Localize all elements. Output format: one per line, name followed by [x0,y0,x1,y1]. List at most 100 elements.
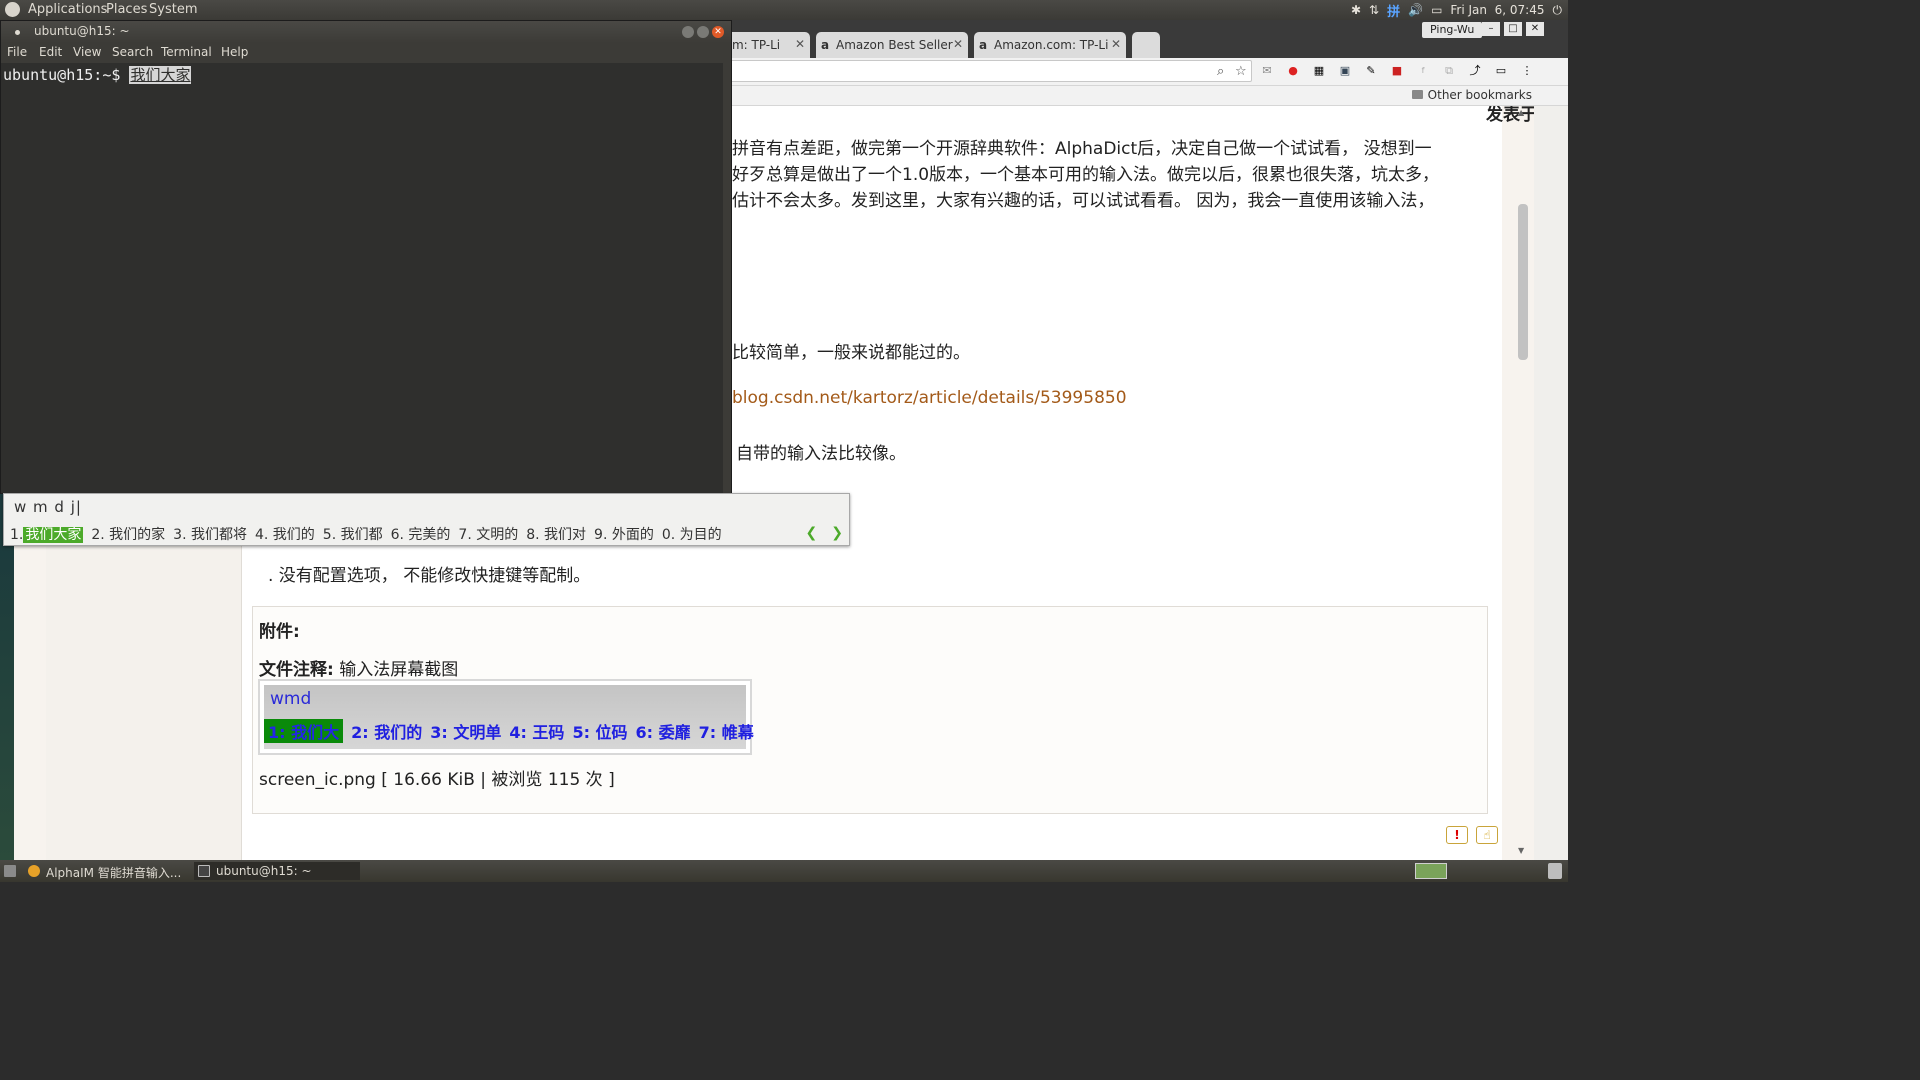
like-icon[interactable]: ☝ [1476,826,1498,844]
copy-extension-icon[interactable]: ⧉ [1442,64,1456,78]
ime-candidate-9[interactable]: 9. 外面的 [594,524,654,544]
menu-applications[interactable]: Applications [28,2,107,17]
system-tray: ✱ ⇅ 拼 🔊 ▭ Fri Jan 6, 07:45 ⏻ [1351,0,1568,20]
screenshot-candidate: 6: 委靡 [635,723,691,742]
ime-candidate-4[interactable]: 4. 我们的 [255,524,315,544]
ime-candidate-2[interactable]: 2. 我们的家 [91,524,165,544]
post-paragraph: 比较简单，一般来说都能过的。 [732,338,970,363]
note-label: 文件注释: [259,660,334,680]
taskbar-item-browser[interactable]: AlphaIM 智能拼音输入... [24,862,190,880]
tab-3[interactable]: a Amazon.com: TP-Li ✕ [974,32,1126,58]
ime-candidate-window: w m d j| 1. 我们大家 2. 我们的家 3. 我们都将 4. 我们的 5… [3,493,850,546]
ime-candidate-10[interactable]: 0. 为目的 [662,524,722,544]
volume-icon[interactable]: 🔊 [1408,3,1423,17]
new-tab-button[interactable] [1132,32,1160,58]
scroll-down-icon[interactable]: ▼ [1518,846,1524,855]
workspace-switcher[interactable] [1415,863,1447,879]
minimize-icon[interactable] [682,26,694,38]
pen-extension-icon[interactable]: ✎ [1364,64,1378,78]
post-actions: ! ☝ [1446,826,1498,844]
menu-system[interactable]: System [149,2,197,17]
report-icon[interactable]: ! [1446,826,1468,844]
folder-icon [1411,90,1423,99]
page-scrollbar[interactable] [1534,106,1568,860]
bottom-panel: AlphaIM 智能拼音输入... ubuntu@h15: ~ [0,860,1568,882]
apps-extension-icon[interactable]: ▦ [1312,64,1326,78]
ime-candidate-7[interactable]: 7. 文明的 [458,524,518,544]
minimize-icon[interactable]: – [1482,22,1500,36]
attachment-image[interactable]: wmd 1: 我们大 2: 我们的 3: 文明单 4: 王码 5: 位码 6: … [258,679,754,755]
ime-candidate-3[interactable]: 3. 我们都将 [173,524,247,544]
menu-terminal[interactable]: Terminal [161,45,212,59]
tab-2[interactable]: a Amazon Best Seller ✕ [816,32,968,58]
network-icon[interactable]: ⇅ [1369,3,1379,17]
ime-candidate-6[interactable]: 6. 完美的 [391,524,451,544]
post-paragraph: 估计不会太多。发到这里，大家有兴趣的话，可以试试看看。 因为，我会一直使用该输入… [732,191,1435,211]
menu-edit[interactable]: Edit [39,45,62,59]
power-icon[interactable]: ⏻ [1553,3,1563,18]
scroll-up-icon[interactable]: ▲ [1518,108,1524,117]
next-page-icon[interactable]: ❯ [831,525,843,541]
terminal-output[interactable]: ubuntu@h15:~$ 我们大家 [1,63,723,493]
adblock-extension-icon[interactable]: ● [1286,64,1300,78]
other-bookmarks-label: Other bookmarks [1427,88,1532,102]
close-icon[interactable]: ✕ [795,37,805,51]
screenshot-candidate: 7: 帷幕 [698,723,754,742]
para-prefix: 比 [732,343,749,363]
ime-screenshot: wmd 1: 我们大 2: 我们的 3: 文明单 4: 王码 5: 位码 6: … [264,685,754,749]
shell-prompt: ubuntu@h15:~$ [3,66,130,84]
maximize-icon[interactable] [697,26,709,38]
battery-icon[interactable]: ▭ [1431,3,1442,17]
candidate-word: 我们大家 [23,527,84,543]
font-extension-icon[interactable]: f [1416,64,1430,78]
attachment-note: 文件注释: 输入法屏幕截图 [259,655,458,680]
show-desktop-icon[interactable] [0,862,20,880]
cast-icon[interactable]: ▭ [1494,64,1508,78]
ime-candidate-list: 1. 我们大家 2. 我们的家 3. 我们都将 4. 我们的 5. 我们都 6. … [10,524,722,544]
close-window-icon[interactable]: ✕ [1526,22,1544,36]
taskbar-label: ubuntu@h15: ~ [216,864,312,878]
candidate-word: 我们对 [544,527,587,543]
other-bookmarks[interactable]: Other bookmarks [1411,88,1532,102]
post-link[interactable]: blog.csdn.net/kartorz/article/details/53… [732,388,1127,408]
trash-icon[interactable] [1548,863,1562,879]
ime-candidate-5[interactable]: 5. 我们都 [323,524,383,544]
terminal-scrollbar[interactable] [723,63,731,493]
menu-view[interactable]: View [73,45,101,59]
screenshot-input-text: wmd [270,689,312,709]
menu-places[interactable]: Places [106,2,147,17]
taskbar-item-terminal[interactable]: ubuntu@h15: ~ [194,862,360,880]
prev-page-icon[interactable]: ❮ [806,525,818,541]
ime-indicator-icon[interactable]: 拼 [1387,1,1400,20]
candidate-word: 文明的 [476,527,519,543]
ubuntu-logo-icon[interactable] [5,2,20,17]
red-extension-icon[interactable]: ■ [1390,64,1404,78]
db-extension-icon[interactable]: ▣ [1338,64,1352,78]
screenshot-candidate: 1: 我们大 [264,719,344,743]
ime-candidate-8[interactable]: 8. 我们对 [526,524,586,544]
close-icon[interactable]: ✕ [712,26,724,38]
menu-help[interactable]: Help [221,45,248,59]
preedit-text: 我们大家 [129,66,192,84]
screenshot-candidate: 2: 我们的 [351,723,423,742]
menu-search[interactable]: Search [112,45,153,59]
close-icon[interactable]: ✕ [953,37,963,51]
clock[interactable]: Fri Jan 6, 07:45 [1450,3,1544,17]
close-icon[interactable]: ✕ [1111,37,1121,51]
mail-extension-icon[interactable]: ✉ [1260,64,1274,78]
maximize-icon[interactable]: □ [1504,22,1522,36]
terminal-titlebar[interactable]: ubuntu@h15: ~ ✕ [1,21,731,43]
ime-candidate-1[interactable]: 1. 我们大家 [10,524,84,544]
bookmark-star-icon[interactable]: ☆ [1235,64,1247,79]
amazon-favicon-icon: a [821,38,830,52]
screenshot-candidates: 1: 我们大 2: 我们的 3: 文明单 4: 王码 5: 位码 6: 委靡 7… [264,719,754,743]
post-paragraph: 好歹总算是做出了一个1.0版本，一个基本可用的输入法。做完以后，很累也很失落，坑… [732,165,1440,185]
menu-kebab-icon[interactable]: ⋮ [1520,64,1534,78]
menu-file[interactable]: File [7,45,27,59]
zoom-icon[interactable]: ⌕ [1217,64,1224,79]
screenshot-candidate: 4: 王码 [509,723,565,742]
profile-button[interactable]: Ping-Wu [1422,22,1483,38]
bluetooth-icon[interactable]: ✱ [1351,3,1361,17]
share-extension-icon[interactable]: ⤴ [1468,64,1482,78]
page-scrollbar-thumb[interactable] [1518,204,1528,360]
